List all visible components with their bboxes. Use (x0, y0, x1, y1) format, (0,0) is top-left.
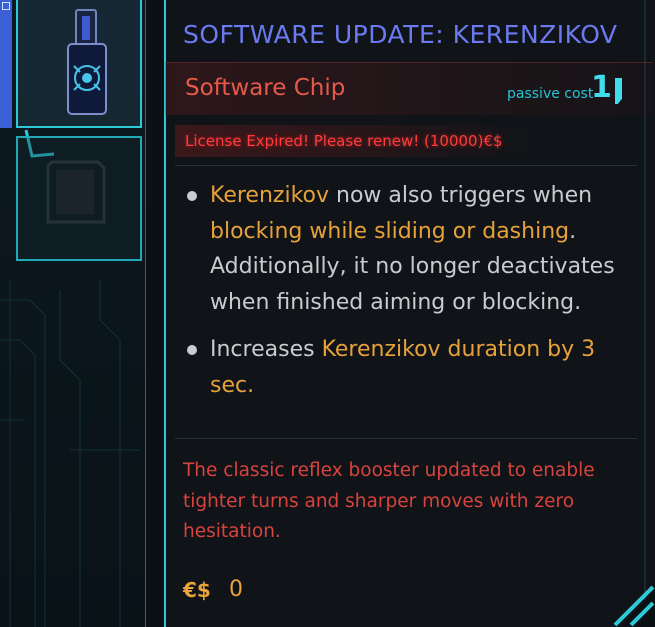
passive-cost-label: passive cost (507, 86, 594, 102)
item-tooltip-panel: SOFTWARE UPDATE: KERENZIKOV Software Chi… (145, 0, 655, 627)
divider-bottom (175, 438, 637, 439)
effect-text-segment: blocking while sliding or dashing (210, 218, 570, 244)
equipped-chip-slot[interactable] (16, 0, 142, 128)
cyberdeck-screen: SOFTWARE UPDATE: KERENZIKOV Software Chi… (0, 0, 655, 627)
software-chip-icon (67, 9, 107, 115)
empty-chip-slot-icon (46, 160, 106, 224)
effect-text-segment: now also triggers when (329, 183, 593, 208)
eurodollar-icon: €$ (183, 578, 211, 602)
effect-item: Kerenzikov now also triggers when blocki… (183, 178, 633, 320)
bullet-icon (187, 191, 197, 201)
corner-decoration (613, 585, 655, 627)
item-type-label: Software Chip (185, 75, 346, 101)
bullet-icon (187, 345, 197, 355)
price-value: 0 (229, 577, 243, 602)
effect-item: Increases Kerenzikov duration by 3 sec. (183, 332, 633, 403)
item-description: The classic reflex booster updated to en… (183, 460, 595, 542)
marker-box-icon (2, 2, 10, 10)
effects-list: Kerenzikov now also triggers when blocki… (183, 178, 633, 415)
effect-text-segment: Increases (210, 337, 322, 362)
item-title: SOFTWARE UPDATE: KERENZIKOV (183, 20, 618, 49)
slot-side-marker (0, 0, 12, 128)
effect-text-segment: Kerenzikov (210, 183, 330, 208)
passive-cost-value: 1 (591, 70, 612, 105)
chip-slot-column (0, 0, 145, 627)
license-warning: License Expired! Please renew! (10000)€$ (185, 132, 503, 150)
divider-top (175, 165, 637, 166)
